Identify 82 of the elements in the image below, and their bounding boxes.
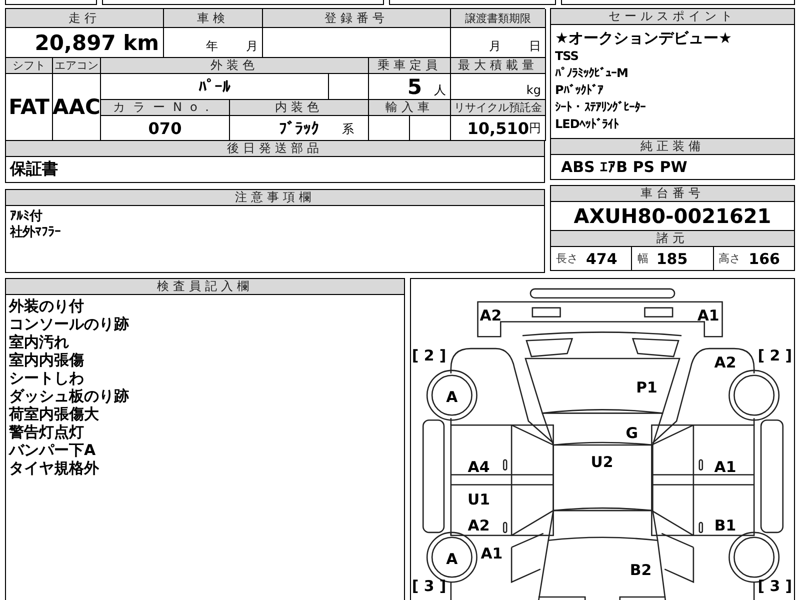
damage-code: A [446, 550, 458, 568]
unit-label: 年 [206, 38, 218, 55]
sales-point: ｼｰﾄ ･ ｽﾃｱﾘﾝｸﾞﾋｰﾀｰ [555, 99, 646, 116]
damage-code: A1 [480, 544, 503, 562]
damage-code: U1 [468, 490, 490, 509]
unit-label: 系 [342, 121, 354, 138]
field-value: 20,897 km [34, 30, 159, 54]
field-label: リサイクル預託金 [451, 100, 546, 116]
note-line: 社外ﾏﾌﾗｰ [10, 225, 62, 241]
unit-label: 人 [434, 82, 446, 99]
inspector-note: 外装のり付 [9, 297, 85, 315]
damage-code: [ 3 ] [758, 577, 792, 596]
sales-point: ★オークションデビュー★ [555, 29, 733, 48]
field-label: 輸入車 [369, 100, 451, 116]
field-value: 10,510 [467, 118, 529, 138]
inspector-note: タイヤ規格外 [9, 459, 100, 477]
field-label: エアコン [53, 58, 101, 74]
inspector-note: バンパー下A [9, 441, 97, 459]
inspector-note: 室内内張傷 [9, 351, 85, 369]
damage-code: B1 [714, 516, 736, 534]
sales-point: Pﾊﾞｯｸﾄﾞｱ [555, 82, 604, 99]
section-header: 純正装備 [551, 139, 794, 155]
damage-code: U2 [590, 452, 614, 471]
parts-item: 保証書 [10, 159, 58, 180]
unit-label: 月 [246, 38, 258, 55]
damage-code: A4 [468, 458, 490, 476]
note-line: ｱﾙﾐ付 [10, 209, 44, 225]
section-header: 注意事項欄 [6, 190, 544, 206]
section-header: セールスポイント [551, 9, 794, 25]
inspector-note: シートしわ [9, 369, 85, 387]
sales-point: ﾊﾟﾉﾗﾐｯｸﾋﾞｭｰM [555, 65, 629, 82]
inspector-note: ダッシュ板のり跡 [9, 387, 130, 405]
damage-code: A [446, 388, 458, 406]
damage-code: A2 [480, 306, 502, 325]
unit-label: 円 [529, 120, 541, 136]
field-value: 5 [407, 74, 422, 98]
dimension-label: 長さ [556, 251, 578, 266]
field-label: 走行 [6, 9, 164, 28]
damage-code: [ 3 ] [412, 577, 446, 596]
unit-label: 日 [529, 38, 541, 55]
field-label: 内装色 [230, 100, 369, 116]
equipment-list: ABS ｴｱB PS PW [561, 158, 688, 176]
damage-code: [ 2 ] [758, 346, 792, 364]
damage-code: P1 [636, 378, 658, 396]
field-label: 乗車定員 [369, 58, 451, 74]
damage-code: A2 [468, 516, 490, 534]
damage-code: A1 [714, 458, 736, 476]
damage-code: G [626, 424, 638, 442]
dimension-label: 幅 [637, 251, 648, 266]
field-label: 車検 [164, 9, 263, 28]
field-label: 譲渡書類期限 [451, 9, 546, 28]
field-label: 登録番号 [263, 9, 451, 28]
inspector-note: コンソールのり跡 [9, 315, 130, 333]
sales-point: TSS [555, 48, 580, 65]
field-label: 外装色 [101, 58, 369, 74]
field-value: ﾊﾟｰﾙ [198, 77, 230, 96]
damage-code: A2 [714, 353, 736, 372]
damage-code: [ 2 ] [412, 346, 446, 364]
section-header: 車台番号 [551, 186, 794, 202]
field-label: カラーNo. [101, 100, 230, 116]
unit-label: 月 [489, 38, 501, 55]
sales-point: LEDﾍｯﾄﾞﾗｲﾄ [555, 116, 620, 133]
section-header: 検査員記入欄 [6, 279, 404, 295]
section-header: 諸元 [551, 231, 794, 247]
dimension-value: 166 [748, 250, 780, 268]
dimension-value: 185 [656, 250, 688, 268]
field-value: 070 [148, 118, 182, 138]
inspector-note: 警告灯点灯 [9, 423, 85, 441]
inspector-note: 室内汚れ [9, 333, 70, 351]
field-value: AAC [53, 95, 100, 119]
dimension-value: 474 [586, 250, 618, 268]
inspector-note: 荷室内張傷大 [9, 405, 100, 423]
field-value: ﾌﾞﾗｯｸ [279, 118, 319, 138]
field-label: シフト [6, 58, 53, 74]
section-header: 後日発送部品 [6, 141, 544, 157]
field-label: 最大積載量 [451, 58, 546, 74]
field-value: FAT [8, 95, 50, 119]
chassis-number: AXUH80-0021621 [574, 204, 772, 228]
dimension-label: 高さ [718, 251, 741, 266]
damage-code: B2 [630, 561, 652, 580]
unit-label: kg [526, 83, 541, 97]
damage-code: A1 [697, 306, 720, 325]
